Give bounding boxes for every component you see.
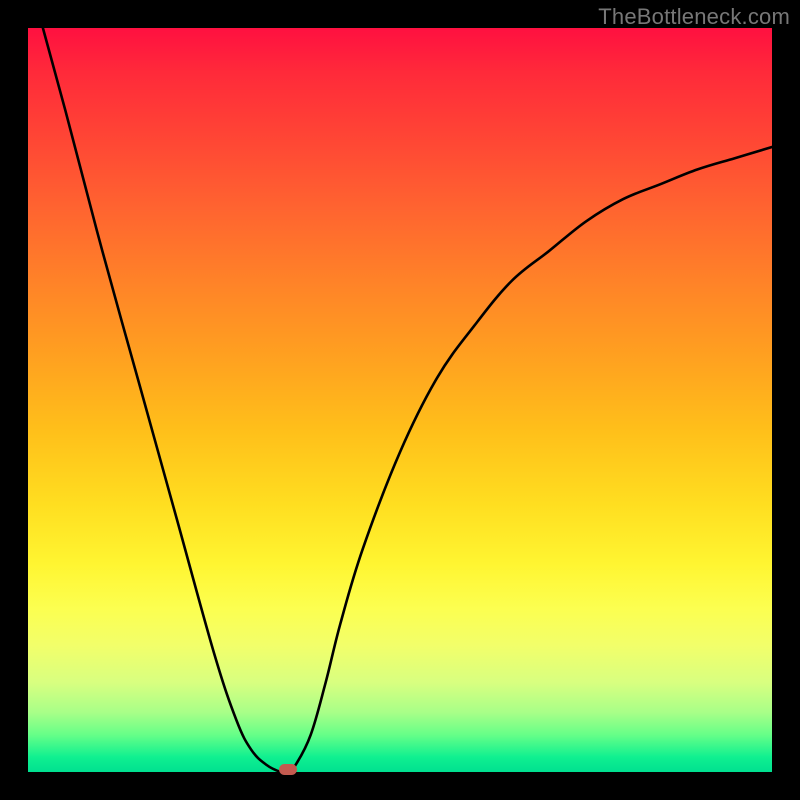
watermark-text: TheBottleneck.com bbox=[598, 4, 790, 30]
chart-frame: TheBottleneck.com bbox=[0, 0, 800, 800]
minimum-dot bbox=[279, 764, 297, 775]
plot-area bbox=[28, 28, 772, 772]
curve-svg bbox=[28, 28, 772, 772]
bottleneck-curve bbox=[43, 28, 772, 773]
